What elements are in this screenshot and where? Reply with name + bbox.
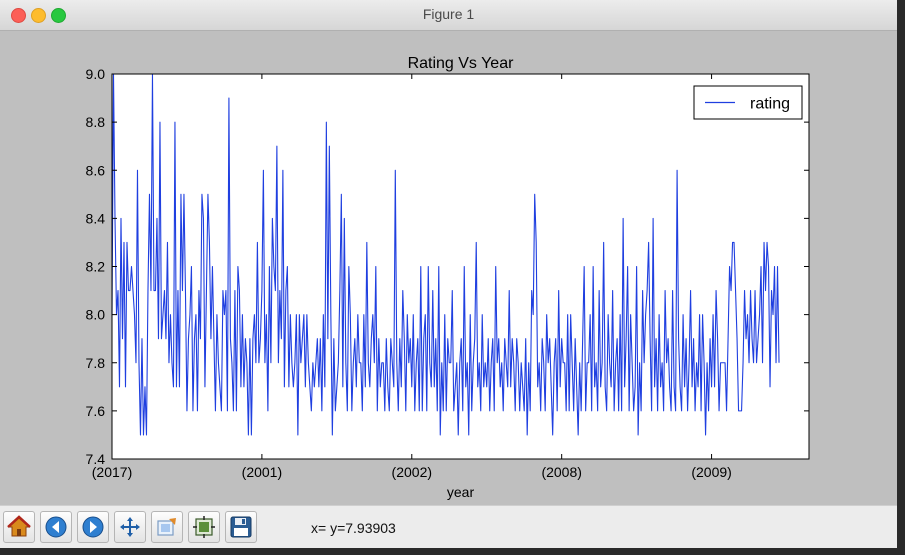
forward-button[interactable] (77, 511, 109, 543)
home-button[interactable] (3, 511, 35, 543)
arrow-left-icon (45, 516, 67, 538)
x-tick-label: (2002) (392, 464, 432, 480)
figure-canvas[interactable]: 7.4 7.6 7.8 8.0 8.2 8.4 8.6 8.8 9.0 (2017) (2001)(… (0, 31, 897, 505)
home-icon (7, 515, 31, 537)
save-button[interactable] (225, 511, 257, 543)
figure-window: Figure 1 7.4 7.6 7.8 8.0 8.2 8.4 8.6 8.8 9.0 (201… (0, 0, 897, 548)
floppy-disk-icon (230, 516, 252, 538)
y-tick-label: 8.2 (86, 259, 106, 275)
subplots-button[interactable] (188, 511, 220, 543)
chart-title: Rating Vs Year (408, 55, 515, 72)
pan-button[interactable] (114, 511, 146, 543)
x-tick-label: (2008) (541, 464, 581, 480)
move-icon (120, 517, 140, 537)
title-bar: Figure 1 (0, 0, 897, 31)
zoom-button[interactable] (151, 511, 183, 543)
back-button[interactable] (40, 511, 72, 543)
arrow-right-icon (82, 516, 104, 538)
zoom-rect-icon (157, 518, 176, 536)
x-tick-label: (2009) (691, 464, 731, 480)
y-tick-label: 8.4 (86, 210, 106, 226)
cursor-coordinates: x= y=7.93903 (311, 520, 396, 536)
legend-label-rating: rating (750, 96, 790, 113)
x-tick-label: (2001) (242, 464, 282, 480)
x-axis-label: year (447, 484, 475, 500)
subplots-icon (193, 516, 215, 538)
y-tick-label: 8.0 (86, 307, 106, 323)
y-tick-label: 7.6 (86, 403, 106, 419)
window-title: Figure 1 (422, 6, 475, 22)
y-tick-label: 9.0 (86, 66, 106, 82)
rating-chart: 7.47.67.88.08.28.48.68.89.0(2017) (2001)(… (86, 55, 810, 500)
x-tick-label: (2017) (92, 464, 132, 480)
navigation-toolbar: x= y=7.93903 (0, 505, 897, 548)
y-tick-label: 7.8 (86, 355, 106, 371)
y-tick-label: 8.6 (86, 162, 106, 178)
y-tick-label: 8.8 (86, 114, 106, 130)
